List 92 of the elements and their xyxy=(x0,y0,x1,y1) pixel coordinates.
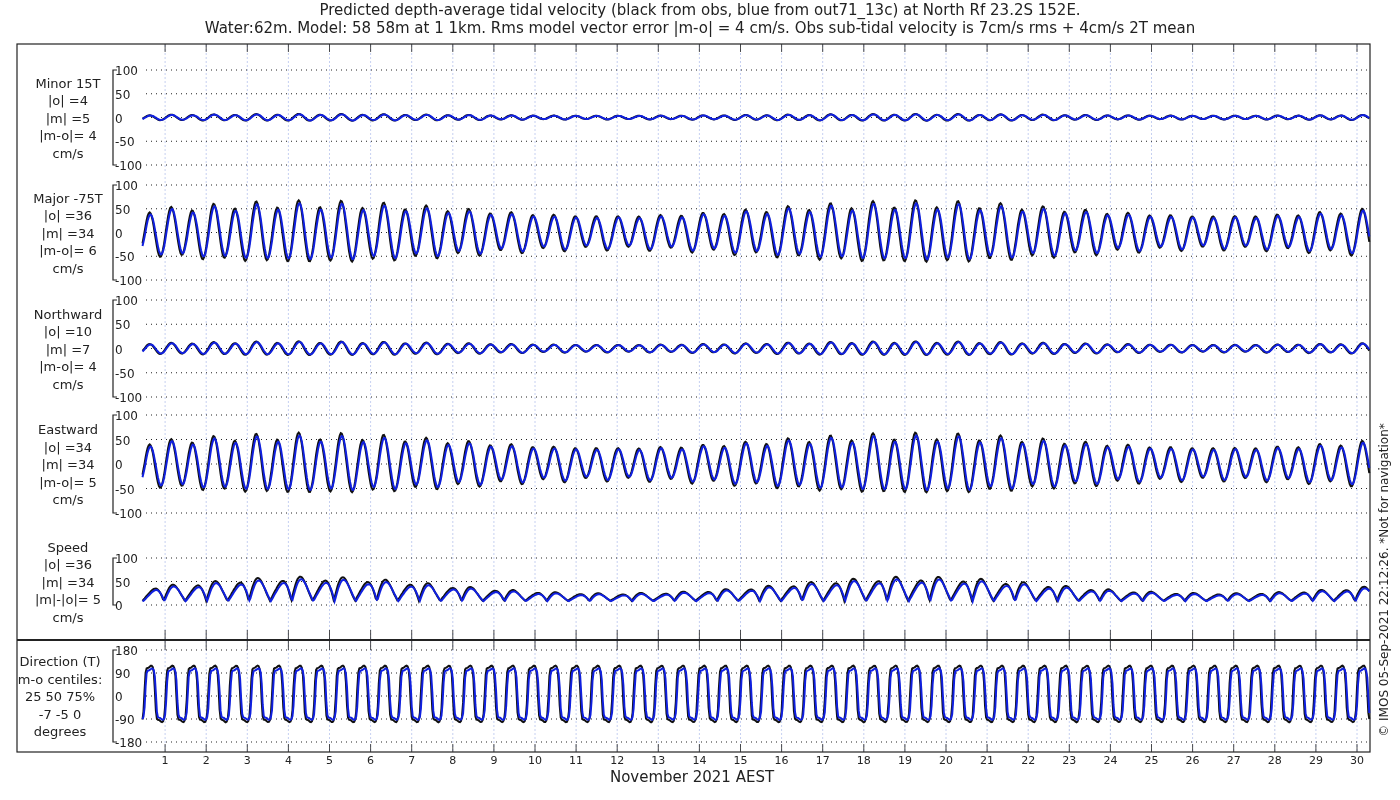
y-tick-label: -100 xyxy=(115,159,143,173)
panel-statistic: cm/s xyxy=(52,376,84,392)
y-tick-label: 180 xyxy=(115,644,138,658)
y-tick-label: -100 xyxy=(115,274,143,288)
y-tick-label: 0 xyxy=(115,226,123,241)
x-tick-label: 4 xyxy=(284,754,292,767)
x-tick-label: 17 xyxy=(815,754,830,767)
x-tick-label: 15 xyxy=(733,754,748,767)
y-tick-label: 100 xyxy=(115,409,138,423)
panel-statistic: |m| =7 xyxy=(45,341,91,357)
y-tick-label: 50 xyxy=(115,575,131,590)
x-tick-label: 7 xyxy=(408,754,416,767)
panel-statistic: -7 -5 0 xyxy=(38,706,82,722)
panel-statistic: |m-o|= 4 xyxy=(39,128,97,143)
y-tick-label: 100 xyxy=(115,179,138,193)
panel-title: Direction (T) xyxy=(19,654,101,669)
panel-title: Eastward xyxy=(38,422,98,437)
y-tick-label: -100 xyxy=(115,507,143,521)
chart-subtitle: Water:62m. Model: 58 58m at 1 1km. Rms model vector error |m-o| = 4 cm/s. Obs sub-tidal velocity is 7cm/s rms + 4cm/s 2T mean xyxy=(204,19,1196,37)
y-tick-label: 0 xyxy=(115,599,123,613)
y-tick-label: -50 xyxy=(115,135,135,150)
x-tick-label: 30 xyxy=(1350,754,1364,767)
x-axis-label: November 2021 AEST xyxy=(609,768,775,786)
x-tick-label: 24 xyxy=(1103,754,1118,767)
y-tick-label: 100 xyxy=(115,552,138,566)
x-tick-label: 3 xyxy=(243,754,251,767)
y-tick-label: -100 xyxy=(115,391,143,405)
panel-statistic: |o| =4 xyxy=(48,93,88,108)
panel-statistic: cm/s xyxy=(52,609,84,625)
x-tick-label: 25 xyxy=(1144,754,1159,767)
panel-statistic: |m-o|= 5 xyxy=(39,474,97,490)
panel-title: Northward xyxy=(33,306,103,322)
panel-statistic: |o| =34 xyxy=(43,439,93,455)
y-tick-label: 90 xyxy=(115,667,131,681)
panel-statistic: cm/s xyxy=(52,492,84,507)
x-tick-label: 6 xyxy=(367,754,375,767)
x-tick-label: 27 xyxy=(1226,754,1241,767)
y-tick-label: -90 xyxy=(115,713,135,727)
x-tick-label: 22 xyxy=(1021,754,1036,767)
x-tick-label: 19 xyxy=(897,754,912,767)
x-tick-label: 5 xyxy=(326,754,333,767)
y-tick-label: 50 xyxy=(115,433,131,448)
y-tick-label: 0 xyxy=(115,111,123,126)
x-tick-label: 1 xyxy=(161,754,169,767)
chart-title: Predicted depth-average tidal velocity (black from obs, blue from out71_13c) at North Rf 23.2S 152E. xyxy=(319,1,1081,19)
x-tick-label: 13 xyxy=(651,754,666,767)
y-tick-label: -50 xyxy=(115,250,135,265)
panel-statistic: |m-o|= 6 xyxy=(39,243,97,258)
panel-statistic: cm/s xyxy=(52,145,84,161)
y-tick-label: 50 xyxy=(115,202,131,217)
panel-statistic: |m-o|= 4 xyxy=(39,359,97,374)
y-tick-label: 50 xyxy=(115,318,131,333)
y-tick-label: 0 xyxy=(115,342,123,357)
panel-statistic: |o| =10 xyxy=(43,324,93,339)
panel-title: Speed xyxy=(47,539,89,555)
panel-statistic: m-o centiles: xyxy=(17,671,103,687)
x-tick-label: 21 xyxy=(980,754,995,767)
x-tick-label: 26 xyxy=(1185,754,1200,767)
x-tick-label: 28 xyxy=(1267,754,1282,767)
x-tick-label: 2 xyxy=(202,754,210,767)
x-tick-label: 23 xyxy=(1062,754,1077,767)
x-tick-label: 11 xyxy=(569,754,584,767)
y-tick-label: 0 xyxy=(115,458,123,472)
y-tick-label: 50 xyxy=(115,87,131,102)
y-tick-label: 0 xyxy=(115,690,123,704)
panel-statistic: |m| =5 xyxy=(45,110,91,126)
panel-statistic: |o| =36 xyxy=(43,208,93,223)
panel-statistic: |m| =34 xyxy=(41,457,95,472)
panel-title: Major -75T xyxy=(33,190,103,206)
y-tick-label: -50 xyxy=(115,366,135,381)
y-tick-label: -180 xyxy=(115,736,143,750)
panel-statistic: |m| =34 xyxy=(41,574,95,590)
x-tick-label: 16 xyxy=(774,754,789,767)
y-tick-label: 100 xyxy=(115,294,138,308)
x-tick-label: 9 xyxy=(490,754,498,767)
copyright-note: © IMOS 05-Sep-2021 22:12:26. *Not for navigation* xyxy=(1377,423,1391,737)
x-tick-label: 12 xyxy=(610,754,625,767)
panel-statistic: cm/s xyxy=(52,260,84,276)
panel-title: Minor 15T xyxy=(35,75,101,91)
panel-statistic: degrees xyxy=(33,724,87,739)
x-tick-label: 10 xyxy=(528,754,542,767)
x-tick-label: 14 xyxy=(692,754,707,767)
y-tick-label: 100 xyxy=(115,64,138,78)
x-tick-label: 29 xyxy=(1308,754,1323,767)
panel-statistic: |m|-|o|= 5 xyxy=(34,592,102,607)
panel-statistic: |m| =34 xyxy=(41,225,95,241)
x-tick-label: 8 xyxy=(449,754,457,767)
panel-statistic: 25 50 75% xyxy=(24,689,96,704)
x-tick-label: 18 xyxy=(856,754,871,767)
panel-statistic: |o| =36 xyxy=(43,557,93,572)
x-tick-label: 20 xyxy=(939,754,953,767)
y-tick-label: -50 xyxy=(115,482,135,497)
